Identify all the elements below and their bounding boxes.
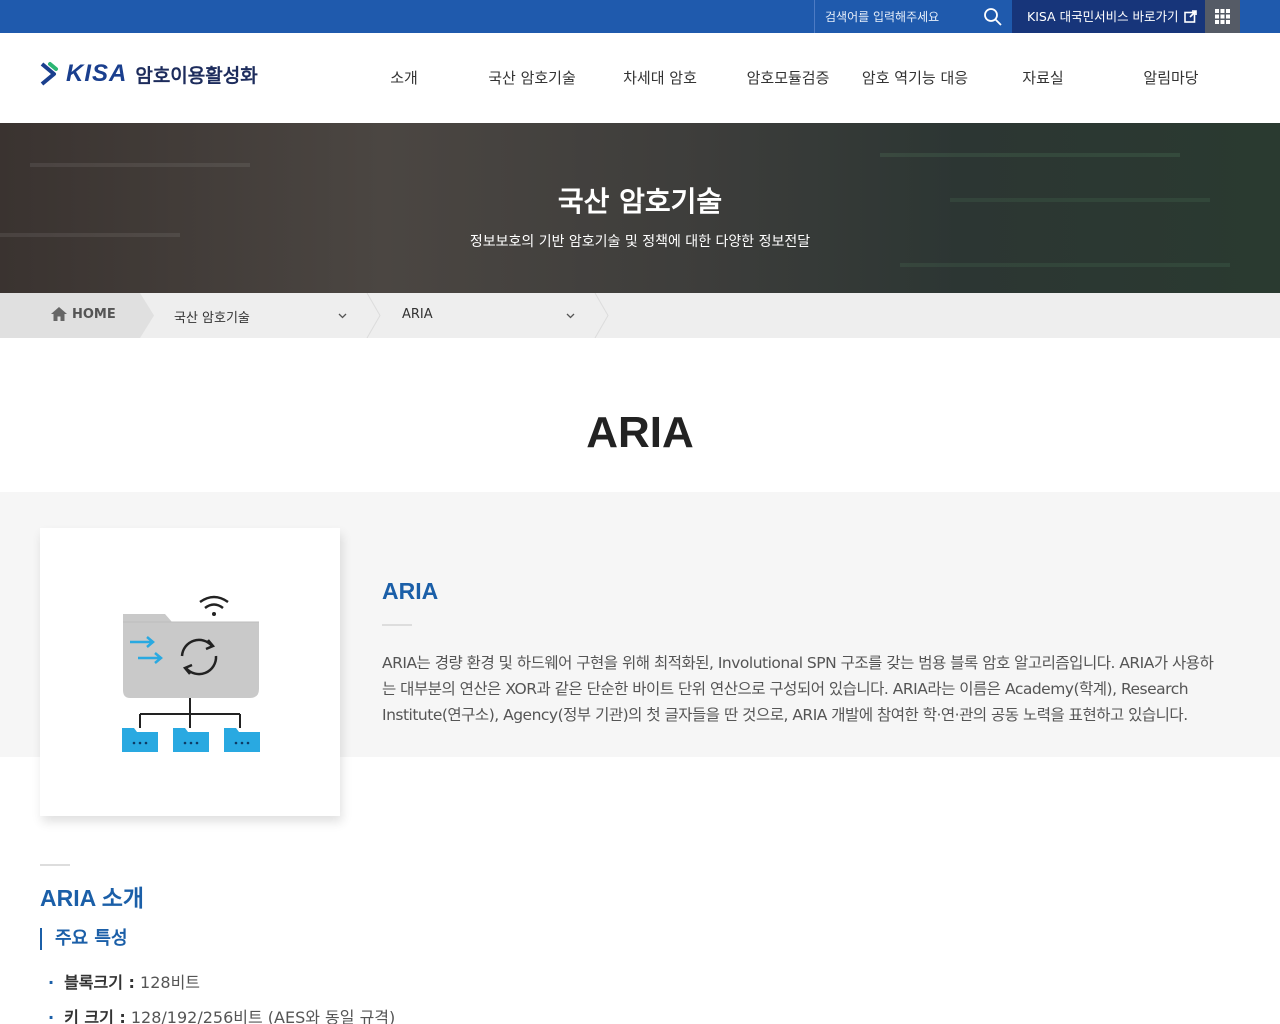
folder-network-illustration bbox=[122, 595, 260, 752]
kisa-link-label: KISA 대국민서비스 바로가기 bbox=[1027, 9, 1179, 24]
breadcrumb-home[interactable]: HOME bbox=[0, 293, 140, 338]
banner-deco-line bbox=[880, 153, 1180, 157]
divider bbox=[40, 864, 70, 866]
external-link-icon bbox=[1184, 10, 1197, 23]
feature-value: 128비트 bbox=[134, 973, 201, 992]
intro-heading: ARIA bbox=[382, 578, 439, 604]
nav-item-notices[interactable]: 알림마당 bbox=[1143, 67, 1198, 88]
feature-value: 128/192/256비트 (AES와 동일 규격) bbox=[125, 1008, 396, 1024]
breadcrumb-level1-label: 국산 암호기술 bbox=[174, 311, 250, 326]
chevron-down-icon bbox=[566, 313, 575, 319]
feature-label: 블록크기 : bbox=[64, 973, 135, 992]
feature-label: 키 크기 : bbox=[64, 1008, 126, 1024]
divider bbox=[382, 624, 412, 626]
kisa-public-service-link[interactable]: KISA 대국민서비스 바로가기 bbox=[1012, 0, 1205, 33]
feature-item: · 키 크기 : 128/192/256비트 (AES와 동일 규격) bbox=[48, 1004, 395, 1024]
bullet-icon: · bbox=[48, 973, 55, 992]
breadcrumb-level2-dropdown[interactable]: ARIA bbox=[402, 293, 582, 338]
sitemap-grid-button[interactable] bbox=[1205, 0, 1240, 33]
nav-item-intro[interactable]: 소개 bbox=[390, 67, 418, 88]
breadcrumb-level2-label: ARIA bbox=[402, 307, 433, 322]
search-input[interactable] bbox=[815, 0, 975, 33]
intro-description: ARIA는 경량 환경 및 하드웨어 구현을 위해 최적화된, Involuti… bbox=[382, 654, 1214, 724]
breadcrumb-separator bbox=[366, 293, 381, 338]
banner-deco-line bbox=[30, 163, 250, 167]
nav-item-next-gen-crypto[interactable]: 차세대 암호 bbox=[623, 67, 697, 88]
logo-kisa-wordmark: KISA bbox=[66, 60, 128, 87]
banner-title: 국산 암호기술 bbox=[557, 185, 723, 218]
breadcrumb: HOME 국산 암호기술 ARIA bbox=[0, 293, 1280, 338]
search-icon[interactable] bbox=[983, 7, 1003, 27]
bullet-icon: · bbox=[48, 1008, 55, 1024]
hero-banner: 국산 암호기술 정보보호의 기반 암호기술 및 정책에 대한 다양한 정보전달 bbox=[0, 123, 1280, 293]
site-header: KISA 암호이용활성화 소개 국산 암호기술 차세대 암호 암호모듈검증 암호… bbox=[0, 33, 1280, 123]
banner-subtitle: 정보보호의 기반 암호기술 및 정책에 대한 다양한 정보전달 bbox=[469, 234, 811, 250]
home-icon bbox=[51, 307, 67, 321]
section-title: ARIA 소개 bbox=[40, 885, 145, 911]
breadcrumb-home-label: HOME bbox=[72, 307, 116, 322]
breadcrumb-level1-dropdown[interactable]: 국산 암호기술 bbox=[174, 293, 354, 338]
page-title: ARIA bbox=[586, 408, 694, 457]
grid-icon bbox=[1215, 9, 1230, 24]
nav-item-domestic-crypto[interactable]: 국산 암호기술 bbox=[488, 67, 576, 88]
site-logo[interactable]: KISA 암호이용활성화 bbox=[40, 57, 258, 91]
chevron-down-icon bbox=[338, 313, 347, 319]
breadcrumb-separator bbox=[140, 293, 154, 338]
intro-illustration-card bbox=[40, 528, 340, 816]
nav-item-crypto-misuse[interactable]: 암호 역기능 대응 bbox=[862, 67, 968, 88]
breadcrumb-separator bbox=[594, 293, 609, 338]
logo-site-name: 암호이용활성화 bbox=[135, 64, 258, 87]
section-subtitle: 주요 특성 bbox=[40, 928, 128, 950]
feature-item: · 블록크기 : 128비트 bbox=[48, 969, 200, 993]
kisa-logo-icon bbox=[40, 62, 58, 86]
nav-item-resources[interactable]: 자료실 bbox=[1022, 67, 1063, 88]
search-box bbox=[814, 0, 1012, 33]
nav-item-module-validation[interactable]: 암호모듈검증 bbox=[747, 67, 830, 88]
banner-deco-line bbox=[900, 263, 1230, 267]
top-utility-bar: KISA 대국민서비스 바로가기 bbox=[0, 0, 1280, 33]
